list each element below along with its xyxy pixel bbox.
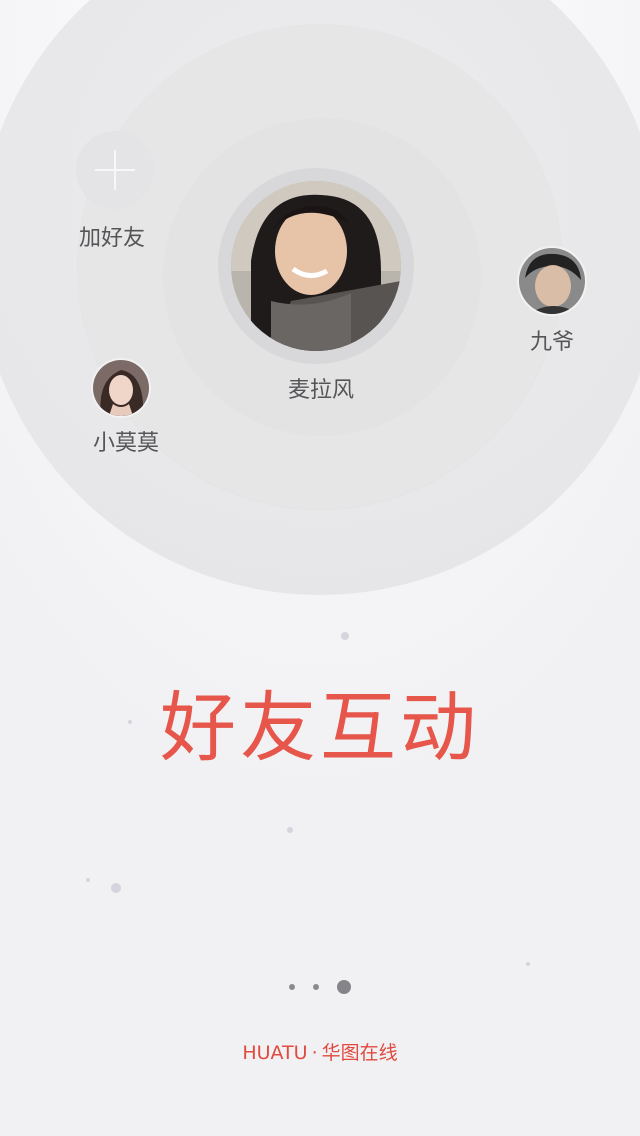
- page-dot-1[interactable]: [289, 984, 295, 990]
- brand-separator: ·: [311, 1042, 318, 1064]
- brand-english: HUATU: [242, 1042, 308, 1064]
- brand-chinese: 华图在线: [321, 1042, 398, 1064]
- friend-name-left: 小莫莫: [92, 431, 159, 456]
- page-dot-2[interactable]: [313, 984, 319, 990]
- plus-icon-vertical: [114, 150, 116, 190]
- main-friend-avatar[interactable]: [231, 181, 401, 351]
- page-indicator: [0, 979, 640, 995]
- add-friend-label: 加好友: [78, 226, 145, 251]
- friend-avatar-right[interactable]: [519, 248, 585, 314]
- page-dot-3-active[interactable]: [337, 980, 351, 994]
- page-headline: 好友互动: [160, 683, 480, 772]
- add-friend-button[interactable]: [76, 131, 154, 209]
- main-friend-name: 麦拉风: [287, 378, 354, 403]
- friend-avatar-left[interactable]: [93, 360, 149, 416]
- footer-brand: HUATU · 华图在线: [0, 1038, 640, 1065]
- friend-name-right: 九爷: [529, 330, 574, 355]
